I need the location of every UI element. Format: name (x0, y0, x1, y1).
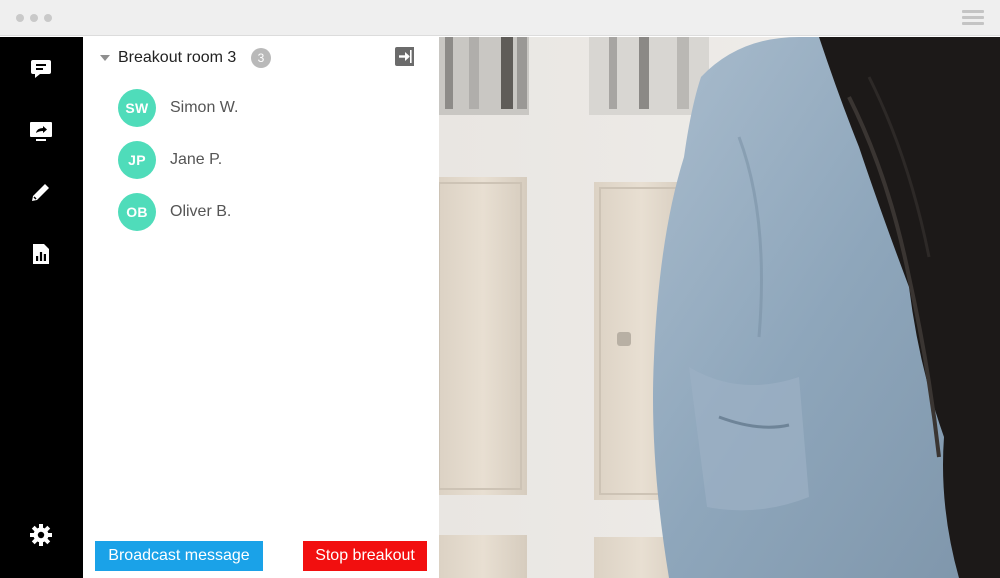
participant-name: Oliver B. (170, 203, 232, 220)
sidebar-item-chat[interactable] (24, 52, 58, 86)
exit-room-icon[interactable] (395, 47, 414, 66)
gear-icon (30, 524, 52, 546)
stop-breakout-button[interactable]: Stop breakout (303, 541, 427, 571)
sidebar-item-whiteboard[interactable] (24, 175, 58, 209)
chat-icon (31, 60, 51, 78)
sidebar-rail (0, 37, 83, 578)
sidebar-item-settings[interactable] (24, 518, 58, 552)
collapse-caret-icon[interactable] (100, 55, 110, 61)
avatar: SW (118, 89, 156, 127)
window-titlebar (0, 0, 1000, 36)
participant-name: Simon W. (170, 99, 239, 116)
screen-share-icon (30, 122, 52, 141)
sidebar-item-report[interactable] (24, 237, 58, 271)
avatar: JP (118, 141, 156, 179)
participant-item[interactable]: OB Oliver B. (118, 193, 418, 231)
window-dot-1 (16, 14, 24, 22)
room-title: Breakout room 3 (118, 49, 237, 66)
hamburger-menu-icon[interactable] (962, 10, 986, 26)
window-dot-3 (44, 14, 52, 22)
breakout-panel: Breakout room 3 3 SW Simon W. JP Jane P.… (83, 37, 439, 578)
participant-count-badge: 3 (251, 48, 271, 68)
video-frame-image (439, 37, 1000, 578)
participant-item[interactable]: JP Jane P. (118, 141, 418, 179)
sidebar-item-screen-share[interactable] (24, 114, 58, 148)
report-icon (33, 244, 49, 264)
video-feed (439, 37, 1000, 578)
broadcast-message-button[interactable]: Broadcast message (95, 541, 263, 571)
participant-name: Jane P. (170, 151, 223, 168)
room-header: Breakout room 3 3 (83, 37, 439, 79)
window-dot-2 (30, 14, 38, 22)
avatar: OB (118, 193, 156, 231)
pencil-icon (32, 184, 49, 201)
participant-item[interactable]: SW Simon W. (118, 89, 418, 127)
